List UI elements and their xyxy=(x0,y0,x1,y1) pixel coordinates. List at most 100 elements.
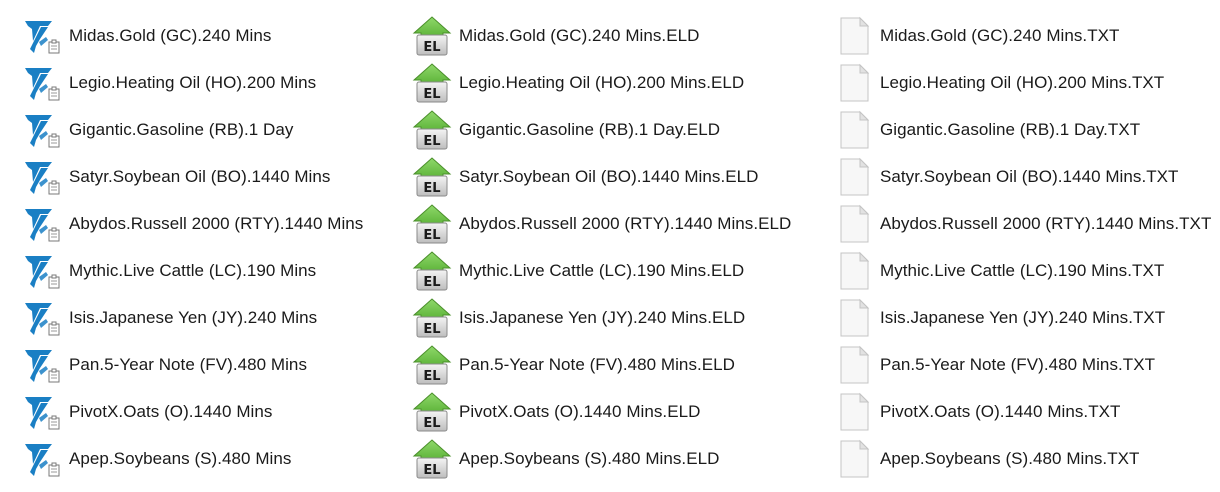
easylanguage-eld-icon: EL xyxy=(410,437,454,481)
file-name-label: Mythic.Live Cattle (LC).190 Mins.TXT xyxy=(880,260,1165,280)
file-name-label: Mythic.Live Cattle (LC).190 Mins xyxy=(69,260,317,280)
file-name-label: Abydos.Russell 2000 (RTY).1440 Mins.TXT xyxy=(880,213,1212,233)
file-name-label: PivotX.Oats (O).1440 Mins.TXT xyxy=(880,401,1121,421)
file-name-label: Gigantic.Gasoline (RB).1 Day.ELD xyxy=(459,119,721,139)
text-document-icon xyxy=(832,390,876,434)
text-document-icon xyxy=(832,155,876,199)
tradestation-strategy-icon xyxy=(20,249,64,293)
txt-file-item[interactable]: Abydos.Russell 2000 (RTY).1440 Mins.TXT xyxy=(832,200,1220,247)
file-name-label: Legio.Heating Oil (HO).200 Mins.ELD xyxy=(459,72,745,92)
text-document-icon xyxy=(832,249,876,293)
ts-file-item[interactable]: Legio.Heating Oil (HO).200 Mins xyxy=(20,59,420,106)
txt-file-item[interactable]: Legio.Heating Oil (HO).200 Mins.TXT xyxy=(832,59,1220,106)
eld-file-item[interactable]: EL Midas.Gold (GC).240 Mins.ELD xyxy=(410,12,810,59)
eld-file-item[interactable]: EL Isis.Japanese Yen (JY).240 Mins.ELD xyxy=(410,294,810,341)
file-name-label: Abydos.Russell 2000 (RTY).1440 Mins.ELD xyxy=(459,213,792,233)
file-name-label: Satyr.Soybean Oil (BO).1440 Mins.ELD xyxy=(459,166,759,186)
svg-text:EL: EL xyxy=(423,181,440,196)
tradestation-strategy-icon xyxy=(20,343,64,387)
file-name-label: Mythic.Live Cattle (LC).190 Mins.ELD xyxy=(459,260,745,280)
eld-file-item[interactable]: EL Satyr.Soybean Oil (BO).1440 Mins.ELD xyxy=(410,153,810,200)
ts-file-item[interactable]: PivotX.Oats (O).1440 Mins xyxy=(20,388,420,435)
txt-file-item[interactable]: PivotX.Oats (O).1440 Mins.TXT xyxy=(832,388,1220,435)
tradestation-strategy-icon xyxy=(20,155,64,199)
ts-file-item[interactable]: Satyr.Soybean Oil (BO).1440 Mins xyxy=(20,153,420,200)
file-name-label: Apep.Soybeans (S).480 Mins.TXT xyxy=(880,448,1140,468)
text-document-icon xyxy=(832,108,876,152)
file-name-label: Apep.Soybeans (S).480 Mins.ELD xyxy=(459,448,720,468)
file-name-label: Apep.Soybeans (S).480 Mins xyxy=(69,448,292,468)
ts-file-item[interactable]: Gigantic.Gasoline (RB).1 Day xyxy=(20,106,420,153)
easylanguage-eld-icon: EL xyxy=(410,296,454,340)
file-name-label: Pan.5-Year Note (FV).480 Mins xyxy=(69,354,307,374)
file-name-label: Pan.5-Year Note (FV).480 Mins.ELD xyxy=(459,354,735,374)
tradestation-strategy-icon xyxy=(20,61,64,105)
txt-file-item[interactable]: Apep.Soybeans (S).480 Mins.TXT xyxy=(832,435,1220,482)
txt-file-item[interactable]: Mythic.Live Cattle (LC).190 Mins.TXT xyxy=(832,247,1220,294)
eld-file-item[interactable]: EL Pan.5-Year Note (FV).480 Mins.ELD xyxy=(410,341,810,388)
txt-file-item[interactable]: Gigantic.Gasoline (RB).1 Day.TXT xyxy=(832,106,1220,153)
eld-file-item[interactable]: EL Mythic.Live Cattle (LC).190 Mins.ELD xyxy=(410,247,810,294)
file-name-label: Isis.Japanese Yen (JY).240 Mins.TXT xyxy=(880,307,1166,327)
eld-file-item[interactable]: EL Apep.Soybeans (S).480 Mins.ELD xyxy=(410,435,810,482)
txt-files-column: Midas.Gold (GC).240 Mins.TXT Legio.Heatin… xyxy=(832,12,1220,482)
svg-text:EL: EL xyxy=(423,134,440,149)
easylanguage-eld-icon: EL xyxy=(410,202,454,246)
file-name-label: PivotX.Oats (O).1440 Mins.ELD xyxy=(459,401,701,421)
file-name-label: Isis.Japanese Yen (JY).240 Mins xyxy=(69,307,318,327)
file-name-label: Midas.Gold (GC).240 Mins.ELD xyxy=(459,25,700,45)
svg-text:EL: EL xyxy=(423,228,440,243)
ts-file-item[interactable]: Abydos.Russell 2000 (RTY).1440 Mins xyxy=(20,200,420,247)
file-name-label: Legio.Heating Oil (HO).200 Mins.TXT xyxy=(880,72,1165,92)
txt-file-item[interactable]: Isis.Japanese Yen (JY).240 Mins.TXT xyxy=(832,294,1220,341)
eld-file-item[interactable]: EL Gigantic.Gasoline (RB).1 Day.ELD xyxy=(410,106,810,153)
file-name-label: Isis.Japanese Yen (JY).240 Mins.ELD xyxy=(459,307,746,327)
easylanguage-eld-icon: EL xyxy=(410,390,454,434)
ts-file-item[interactable]: Pan.5-Year Note (FV).480 Mins xyxy=(20,341,420,388)
ts-file-item[interactable]: Midas.Gold (GC).240 Mins xyxy=(20,12,420,59)
file-name-label: Satyr.Soybean Oil (BO).1440 Mins.TXT xyxy=(880,166,1179,186)
svg-text:EL: EL xyxy=(423,40,440,55)
eld-file-item[interactable]: EL Legio.Heating Oil (HO).200 Mins.ELD xyxy=(410,59,810,106)
txt-file-item[interactable]: Midas.Gold (GC).240 Mins.TXT xyxy=(832,12,1220,59)
tradestation-files-column: Midas.Gold (GC).240 Mins Legio.Heating Oi… xyxy=(20,12,420,482)
eld-file-item[interactable]: EL Abydos.Russell 2000 (RTY).1440 Mins.EL… xyxy=(410,200,810,247)
eld-file-item[interactable]: EL PivotX.Oats (O).1440 Mins.ELD xyxy=(410,388,810,435)
file-list: Midas.Gold (GC).240 Mins Legio.Heating Oi… xyxy=(0,0,1220,492)
ts-file-item[interactable]: Mythic.Live Cattle (LC).190 Mins xyxy=(20,247,420,294)
text-document-icon xyxy=(832,437,876,481)
tradestation-strategy-icon xyxy=(20,108,64,152)
easylanguage-eld-icon: EL xyxy=(410,14,454,58)
text-document-icon xyxy=(832,296,876,340)
tradestation-strategy-icon xyxy=(20,296,64,340)
easylanguage-eld-icon: EL xyxy=(410,61,454,105)
file-name-label: PivotX.Oats (O).1440 Mins xyxy=(69,401,273,421)
svg-text:EL: EL xyxy=(423,416,440,431)
txt-file-item[interactable]: Satyr.Soybean Oil (BO).1440 Mins.TXT xyxy=(832,153,1220,200)
text-document-icon xyxy=(832,343,876,387)
file-name-label: Midas.Gold (GC).240 Mins xyxy=(69,25,272,45)
easylanguage-eld-icon: EL xyxy=(410,249,454,293)
file-name-label: Gigantic.Gasoline (RB).1 Day xyxy=(69,119,294,139)
svg-text:EL: EL xyxy=(423,463,440,478)
eld-files-column: EL Midas.Gold (GC).240 Mins.ELD EL Legio.He… xyxy=(410,12,810,482)
file-name-label: Legio.Heating Oil (HO).200 Mins xyxy=(69,72,317,92)
easylanguage-eld-icon: EL xyxy=(410,155,454,199)
text-document-icon xyxy=(832,202,876,246)
file-name-label: Midas.Gold (GC).240 Mins.TXT xyxy=(880,25,1120,45)
file-name-label: Abydos.Russell 2000 (RTY).1440 Mins xyxy=(69,213,364,233)
ts-file-item[interactable]: Apep.Soybeans (S).480 Mins xyxy=(20,435,420,482)
svg-text:EL: EL xyxy=(423,275,440,290)
file-name-label: Gigantic.Gasoline (RB).1 Day.TXT xyxy=(880,119,1141,139)
ts-file-item[interactable]: Isis.Japanese Yen (JY).240 Mins xyxy=(20,294,420,341)
tradestation-strategy-icon xyxy=(20,202,64,246)
tradestation-strategy-icon xyxy=(20,437,64,481)
svg-text:EL: EL xyxy=(423,322,440,337)
tradestation-strategy-icon xyxy=(20,14,64,58)
text-document-icon xyxy=(832,14,876,58)
svg-text:EL: EL xyxy=(423,87,440,102)
file-name-label: Pan.5-Year Note (FV).480 Mins.TXT xyxy=(880,354,1156,374)
tradestation-strategy-icon xyxy=(20,390,64,434)
txt-file-item[interactable]: Pan.5-Year Note (FV).480 Mins.TXT xyxy=(832,341,1220,388)
svg-text:EL: EL xyxy=(423,369,440,384)
